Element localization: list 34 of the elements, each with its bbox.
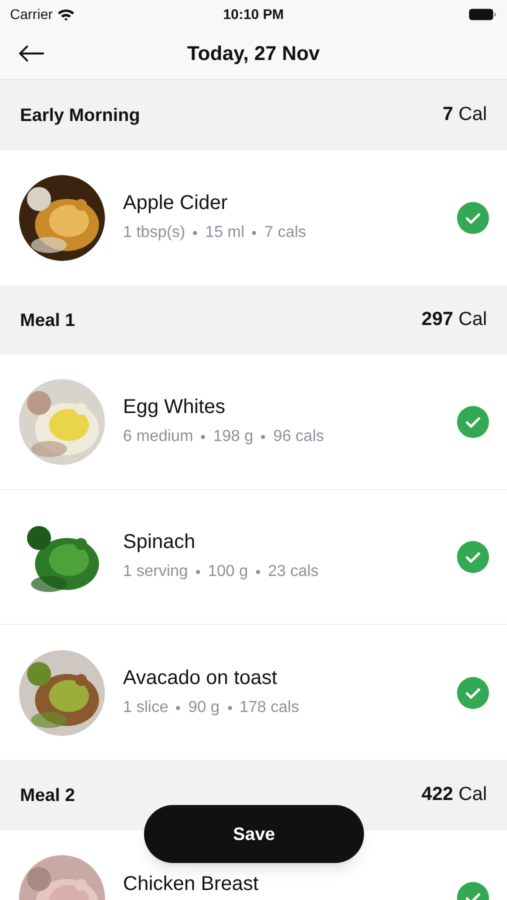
food-detail: 90 g	[188, 698, 220, 718]
section-calories: 297 Cal	[422, 308, 487, 332]
carrier-label: Carrier	[10, 4, 53, 24]
section-title: Meal 2	[20, 784, 76, 806]
section-calories: 7 Cal	[442, 102, 487, 127]
food-name: Chicken Breast	[123, 872, 260, 896]
section-title: Meal 1	[20, 308, 76, 332]
wifi-icon	[56, 8, 75, 20]
food-detail: 23 cals	[268, 562, 319, 582]
screen-title: Today, 27 Nov	[187, 42, 320, 66]
section-title: Early Morning	[20, 104, 140, 127]
status-time: 10:10 PM	[223, 4, 284, 24]
save-button[interactable]: Save	[144, 805, 364, 863]
check-icon[interactable]	[457, 541, 489, 573]
food-name: Apple Cider	[123, 190, 229, 214]
food-name: Egg Whites	[123, 395, 226, 419]
section-calories: 422 Cal	[422, 782, 487, 807]
battery-icon	[468, 8, 497, 20]
food-detail: 1 tbsp(s)	[123, 222, 186, 242]
check-icon[interactable]	[457, 676, 489, 708]
food-detail: 6 medium	[123, 427, 194, 447]
food-detail: 198 g	[213, 427, 254, 447]
food-detail: 178 cals	[240, 698, 300, 718]
back-arrow-icon[interactable]	[18, 44, 45, 63]
check-icon[interactable]	[457, 406, 489, 438]
food-detail: 15 ml	[205, 222, 244, 242]
check-icon[interactable]	[457, 202, 489, 234]
food-detail: 96 cals	[273, 427, 324, 447]
food-name: Avacado on toast	[123, 666, 278, 690]
food-detail: 7 cals	[264, 222, 306, 242]
food-detail: 100 g	[208, 562, 248, 582]
food-detail: 1 slice	[123, 698, 168, 718]
food-name: Spinach	[123, 530, 196, 554]
food-detail: 1 serving	[123, 562, 188, 582]
